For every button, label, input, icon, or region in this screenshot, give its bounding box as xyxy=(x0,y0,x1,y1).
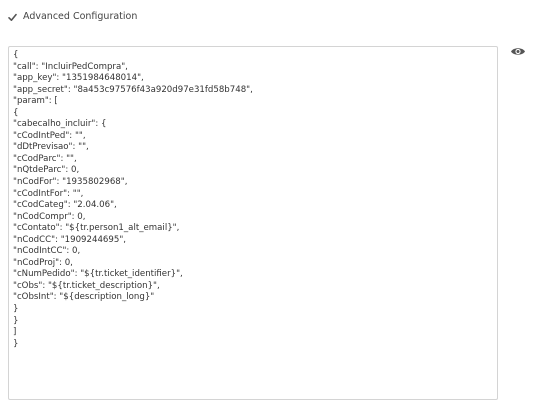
json-request-text[interactable]: { "call": "IncluirPedCompra", "app_key":… xyxy=(13,50,493,396)
json-request-editor[interactable]: { "call": "IncluirPedCompra", "app_key":… xyxy=(8,46,498,400)
advanced-configuration-toggle[interactable]: Advanced Configuration xyxy=(8,11,137,23)
advanced-configuration-label: Advanced Configuration xyxy=(23,11,138,22)
eye-icon[interactable] xyxy=(510,45,526,57)
page: Advanced Configuration { "call": "Inclui… xyxy=(0,0,538,419)
check-icon[interactable] xyxy=(8,13,17,22)
